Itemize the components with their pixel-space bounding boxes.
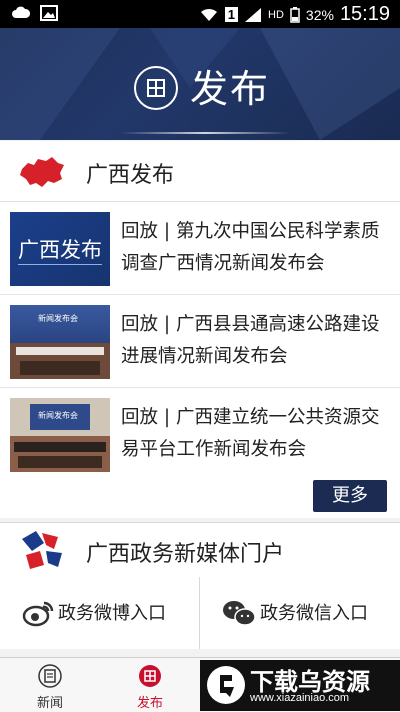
bird-logo-icon bbox=[207, 666, 245, 704]
news-title[interactable]: 回放 | 广西县县通高速公路建设进展情况新闻发布会 bbox=[121, 309, 393, 373]
battery-percent: 32% bbox=[305, 6, 334, 23]
wechat-entry-button[interactable]: 政务微信入口 bbox=[200, 577, 399, 649]
page-title: 发布 bbox=[190, 67, 271, 111]
news-thumbnail: 新闻发布会 bbox=[10, 305, 110, 379]
cloud-icon bbox=[12, 6, 30, 18]
portal-logo-icon bbox=[22, 531, 62, 569]
wifi-icon bbox=[200, 8, 217, 21]
portal-links: 政务微博入口 政务微信入口 bbox=[0, 577, 400, 649]
page-header: 发布 bbox=[0, 28, 400, 140]
news-thumbnail: 广西发布 bbox=[10, 212, 110, 286]
thumbnail-logo-text: 广西发布 bbox=[18, 238, 102, 262]
news-title[interactable]: 回放 | 第九次中国公民科学素质调查广西情况新闻发布会 bbox=[121, 216, 393, 280]
release-section-header: 广西发布 bbox=[0, 141, 400, 202]
status-bar: 1 HD 32% 15:19 bbox=[0, 0, 400, 28]
news-title[interactable]: 回放 | 广西建立统一公共资源交易平台工作新闻发布会 bbox=[121, 402, 393, 466]
guangxi-map-icon bbox=[20, 157, 64, 187]
portal-section-title: 广西政务新媒体门户 bbox=[86, 542, 285, 567]
battery-icon bbox=[290, 6, 300, 23]
nav-tab-news[interactable]: 新闻 bbox=[20, 658, 80, 712]
nav-tab-news-label: 新闻 bbox=[36, 696, 63, 711]
nav-tab-release[interactable]: 发布 bbox=[120, 658, 180, 712]
portal-section-header: 广西政务新媒体门户 bbox=[0, 522, 400, 578]
news-item-1[interactable]: 广西发布 回放 | 第九次中国公民科学素质调查广西情况新闻发布会 bbox=[0, 202, 400, 295]
image-icon bbox=[40, 5, 58, 21]
more-button[interactable]: 更多 bbox=[313, 480, 387, 512]
weibo-icon bbox=[22, 601, 54, 627]
title-underline bbox=[120, 132, 290, 134]
clock: 15:19 bbox=[339, 3, 390, 25]
signal-icon bbox=[245, 7, 262, 22]
header-logo-icon bbox=[134, 66, 178, 110]
wechat-icon bbox=[223, 601, 256, 626]
release-section-title: 广西发布 bbox=[86, 163, 175, 188]
network-label: HD bbox=[268, 8, 284, 21]
wechat-entry-label: 政务微信入口 bbox=[260, 603, 368, 624]
sim-badge: 1 bbox=[224, 7, 239, 22]
nav-tab-release-label: 发布 bbox=[136, 696, 163, 711]
weibo-entry-label: 政务微博入口 bbox=[58, 603, 166, 624]
weibo-entry-button[interactable]: 政务微博入口 bbox=[0, 577, 199, 649]
news-thumbnail: 新闻发布会 bbox=[10, 398, 110, 472]
thumbnail-banner-text: 新闻发布会 bbox=[38, 411, 78, 420]
watermark-url: www.xiazainiao.com bbox=[250, 692, 350, 704]
site-watermark: 下载乌资源 www.xiazainiao.com bbox=[200, 660, 400, 711]
thumbnail-banner-text: 新闻发布会 bbox=[38, 314, 78, 323]
release-icon bbox=[139, 665, 161, 687]
news-item-2[interactable]: 新闻发布会 回放 | 广西县县通高速公路建设进展情况新闻发布会 bbox=[0, 295, 400, 388]
news-icon bbox=[38, 664, 62, 688]
